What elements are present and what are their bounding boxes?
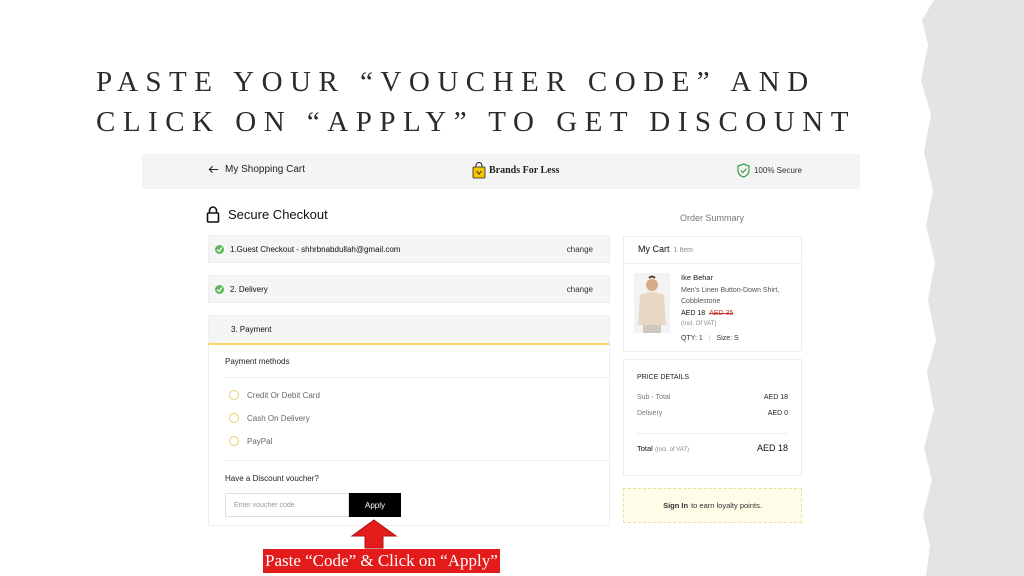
brand-logo[interactable]: Brands For Less [472, 162, 559, 179]
subtotal-row: Sub - Total AED 18 [637, 394, 788, 401]
arrow-up-icon [350, 519, 398, 549]
divider [225, 460, 609, 461]
method-cod-label: Cash On Delivery [247, 413, 310, 423]
change-email-link[interactable]: change [567, 245, 593, 254]
product-name[interactable]: Men's Linen Button-Down Shirt, Cobblesto… [681, 285, 793, 307]
slide-title: PASTE YOUR “VOUCHER CODE” AND CLICK ON “… [96, 62, 856, 142]
sign-in-link[interactable]: Sign In [663, 501, 688, 510]
payment-methods-title: Payment methods [225, 357, 290, 366]
apply-button[interactable]: Apply [349, 493, 401, 517]
brand-name: Brands For Less [489, 165, 560, 176]
step-delivery: 2. Delivery change [208, 275, 610, 303]
price-details-title: PRICE DETAILS [637, 374, 689, 381]
step-payment: 3. Payment [208, 315, 610, 345]
product-qty-size: QTY: 1 | Size: S [681, 335, 739, 342]
method-paypal[interactable]: PayPal [229, 436, 272, 446]
divider [225, 377, 609, 378]
total-label-group: Total (Incl. of VAT) [637, 444, 689, 453]
checkout-title: Secure Checkout [206, 206, 328, 223]
slide-title-line-2: CLICK ON “APPLY” TO GET DISCOUNT [96, 106, 856, 138]
loyalty-text: to earn loyalty points. [691, 501, 762, 510]
product-qty: QTY: 1 [681, 335, 703, 342]
price-details-panel: PRICE DETAILS Sub - Total AED 18 Deliver… [623, 359, 802, 476]
method-credit-card-label: Credit Or Debit Card [247, 390, 320, 400]
loyalty-banner: Sign In to earn loyalty points. [623, 488, 802, 523]
check-circle-icon [215, 244, 224, 254]
product-thumbnail[interactable] [634, 273, 670, 333]
top-bar: My Shopping Cart Brands For Less 100% Se… [142, 154, 860, 189]
voucher-question: Have a Discount voucher? [225, 474, 319, 483]
divider [624, 263, 801, 264]
radio-button[interactable] [229, 390, 239, 400]
product-brand: Ike Behar [681, 273, 714, 282]
cart-title-text: My Cart [638, 244, 670, 254]
total-vat-note: (Incl. of VAT) [654, 446, 690, 453]
check-circle-icon [215, 284, 224, 294]
secure-label: 100% Secure [753, 166, 802, 175]
payment-methods-panel: Payment methods Credit Or Debit Card Cas… [208, 345, 610, 526]
method-cash-on-delivery[interactable]: Cash On Delivery [229, 413, 310, 423]
change-delivery-link[interactable]: change [567, 285, 593, 294]
radio-button[interactable] [229, 413, 239, 423]
cart-item-count: 1 Item [673, 247, 693, 254]
product-size: Size: S [716, 335, 739, 342]
total-row: Total (Incl. of VAT) AED 18 [637, 443, 788, 453]
cart-title: My Cart 1 Item [638, 244, 693, 254]
separator: | [708, 335, 711, 342]
back-label: My Shopping Cart [225, 164, 306, 175]
my-cart-panel: My Cart 1 Item Ike Behar Men's Linen Butt… [623, 236, 802, 352]
checkout-screenshot: My Shopping Cart Brands For Less 100% Se… [142, 154, 860, 526]
method-paypal-label: PayPal [247, 436, 273, 446]
voucher-code-input[interactable]: Enter voucher code [225, 493, 349, 517]
product-price: AED 18 AED 35 [681, 310, 733, 317]
method-credit-card[interactable]: Credit Or Debit Card [229, 390, 320, 400]
vat-note: (Incl. Of VAT) [681, 321, 717, 327]
radio-button[interactable] [229, 436, 239, 446]
subtotal-value: AED 18 [763, 394, 788, 401]
delivery-value: AED 0 [767, 410, 788, 417]
checkout-title-text: Secure Checkout [228, 207, 328, 222]
old-price: AED 35 [709, 310, 734, 317]
step-payment-label: 3. Payment [231, 325, 272, 334]
step-guest-checkout: 1.Guest Checkout - shhrbnabdullah@gmail.… [208, 235, 610, 263]
shopping-bag-icon [472, 162, 486, 179]
lock-icon [206, 206, 220, 223]
arrow-left-icon [208, 165, 219, 174]
back-to-cart-link[interactable]: My Shopping Cart [208, 164, 305, 175]
order-summary-heading: Order Summary [680, 213, 745, 223]
delivery-label: Delivery [637, 410, 663, 417]
subtotal-label: Sub - Total [637, 394, 671, 401]
step-guest-label: 1.Guest Checkout - shhrbnabdullah@gmail.… [230, 244, 401, 254]
divider [637, 433, 788, 434]
current-price: AED 18 [681, 310, 706, 317]
delivery-row: Delivery AED 0 [637, 410, 788, 417]
step-delivery-label: 2. Delivery [230, 284, 268, 294]
total-value: AED 18 [756, 443, 788, 453]
total-label: Total [637, 443, 653, 453]
secure-badge: 100% Secure [737, 163, 802, 178]
shield-check-icon [737, 163, 750, 178]
instruction-callout: Paste “Code” & Click on “Apply” [263, 549, 500, 573]
torn-paper-decoration [921, 0, 1024, 576]
slide-title-line-1: PASTE YOUR “VOUCHER CODE” AND [96, 66, 816, 98]
